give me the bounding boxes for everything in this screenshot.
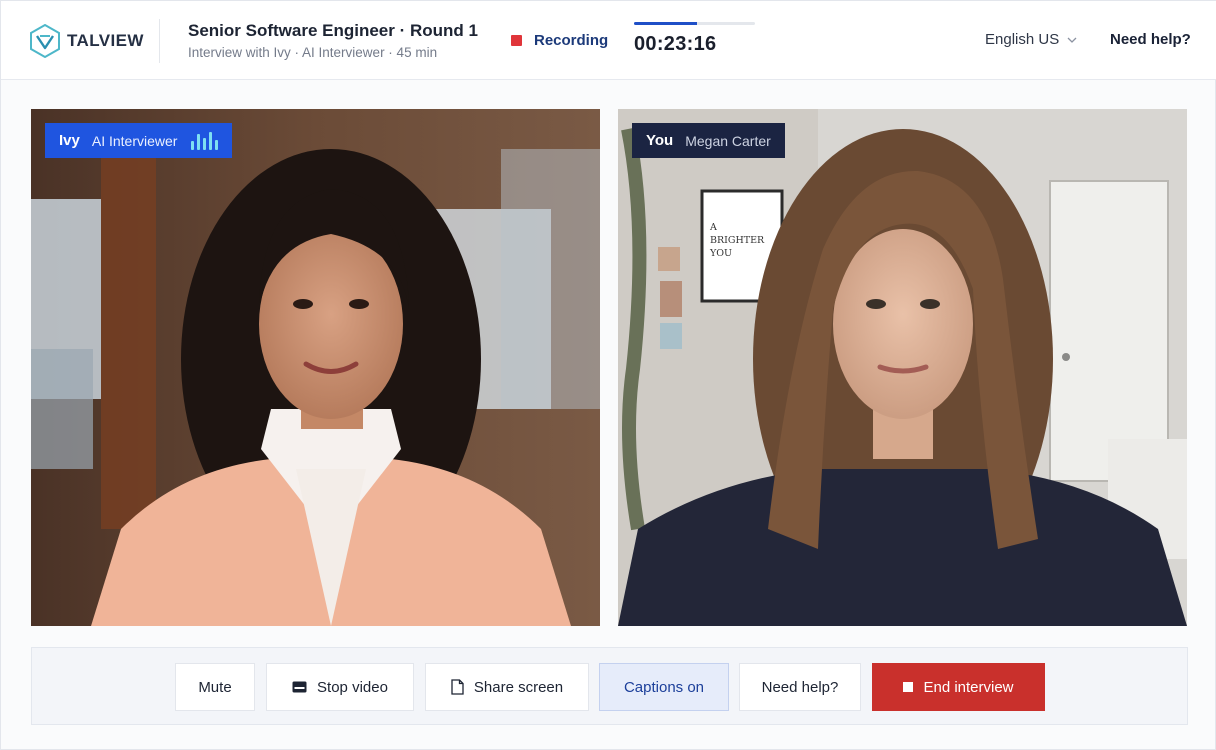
end-interview-label: End interview	[923, 678, 1014, 696]
app-window: TALVIEW Senior Software Engineer · Round…	[0, 0, 1216, 750]
language-label: English US	[985, 31, 1060, 48]
top-bar: TALVIEW Senior Software Engineer · Round…	[1, 1, 1216, 80]
captions-toggle[interactable]: Captions on	[599, 663, 729, 711]
talview-logo-icon	[30, 24, 60, 58]
audio-level-icon	[191, 131, 219, 150]
mute-button[interactable]: Mute	[175, 663, 255, 711]
language-selector[interactable]: English US	[985, 31, 1077, 48]
candidate-name-tag: You Megan Carter	[632, 123, 785, 158]
captions-label: Captions on	[623, 678, 705, 696]
share-screen-label: Share screen	[473, 678, 564, 696]
recording-label: Recording	[534, 32, 609, 49]
page-title: Senior Software Engineer · Round 1	[188, 21, 478, 40]
recording-indicator: Recording	[511, 32, 608, 49]
brand-name: TALVIEW	[67, 31, 144, 50]
candidate-name: Megan Carter	[685, 132, 771, 149]
document-icon	[451, 679, 464, 695]
header-divider	[159, 19, 160, 63]
share-screen-button[interactable]: Share screen	[425, 663, 589, 711]
time-progress-bar	[634, 22, 755, 25]
interview-title-block: Senior Software Engineer · Round 1 Inter…	[188, 20, 478, 60]
brand: TALVIEW	[29, 23, 144, 59]
call-controls-bar: Mute Stop video Share screen Captions on…	[31, 647, 1188, 725]
chevron-down-icon	[1067, 37, 1077, 43]
interview-timer: 00:23:16	[634, 22, 755, 56]
stop-video-label: Stop video	[317, 678, 388, 696]
time-progress-fill	[634, 22, 697, 25]
end-interview-button[interactable]: End interview	[872, 663, 1045, 711]
interviewer-name: Ivy	[59, 132, 80, 149]
timer-readout: 00:23:16	[634, 33, 717, 55]
interviewer-name-tag: Ivy AI Interviewer	[45, 123, 233, 158]
header-help-link[interactable]: Need help?	[1110, 31, 1191, 48]
candidate-video-tile: A BRIGHTER YOU You Megan Carter	[618, 109, 1187, 626]
recording-dot-icon	[511, 35, 522, 46]
interviewer-role: AI Interviewer	[91, 132, 178, 149]
page-subtitle: Interview with Ivy · AI Interviewer · 45…	[188, 45, 438, 60]
stop-icon	[903, 682, 914, 692]
interviewer-video-tile: Ivy AI Interviewer	[31, 109, 600, 626]
interviewer-video-feed	[31, 109, 600, 626]
stop-video-button[interactable]: Stop video	[266, 663, 414, 711]
candidate-video-feed	[618, 109, 1187, 626]
candidate-label: You	[646, 132, 674, 149]
poster-text: A BRIGHTER YOU	[710, 222, 765, 259]
video-icon	[292, 681, 307, 693]
need-help-button[interactable]: Need help?	[739, 663, 861, 711]
mute-button-label: Mute	[198, 678, 232, 696]
need-help-label: Need help?	[761, 678, 839, 696]
